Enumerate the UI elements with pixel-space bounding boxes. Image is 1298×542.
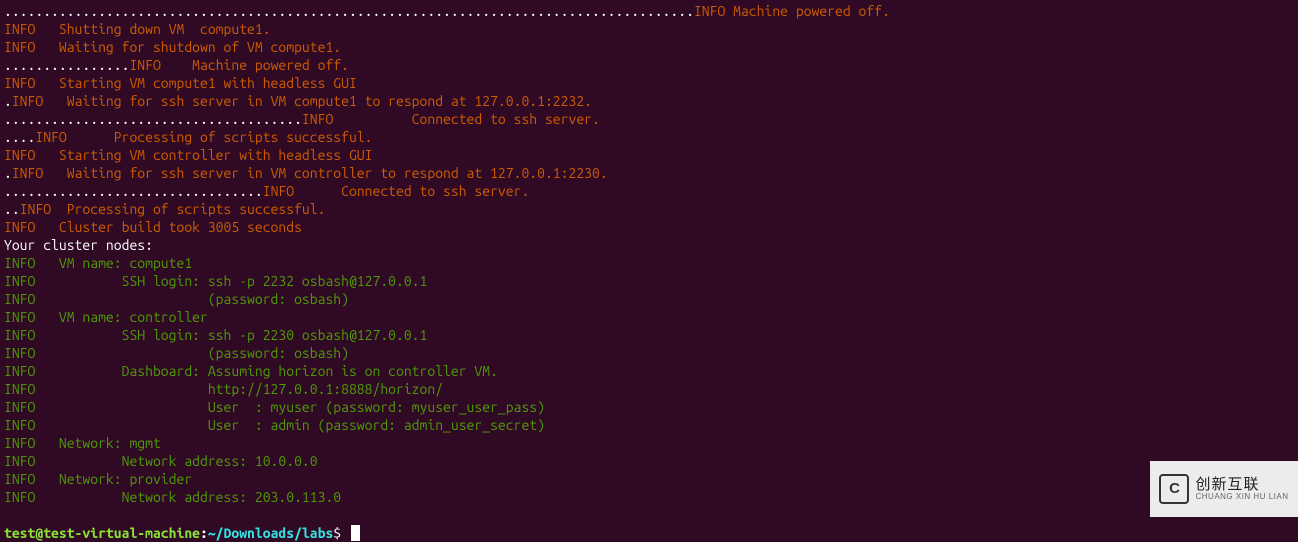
cursor <box>351 525 360 541</box>
watermark-icon: C <box>1159 474 1189 504</box>
terminal-text: ...................................... <box>4 111 302 127</box>
terminal-line: INFO (password: osbash) <box>4 290 1294 308</box>
terminal-line: INFO Network: provider <box>4 470 1294 488</box>
terminal-text: INFO Waiting for ssh server in VM comput… <box>12 93 592 109</box>
terminal-line: ................INFO Machine powered off… <box>4 56 1294 74</box>
terminal-line: INFO User : myuser (password: myuser_use… <box>4 398 1294 416</box>
terminal-text: INFO http://127.0.0.1:8888/horizon/ <box>4 381 443 397</box>
terminal-line: ..INFO Processing of scripts successful. <box>4 200 1294 218</box>
terminal-line: INFO Dashboard: Assuming horizon is on c… <box>4 362 1294 380</box>
terminal-output[interactable]: ........................................… <box>4 2 1294 506</box>
terminal-line: INFO Starting VM controller with headles… <box>4 146 1294 164</box>
terminal-text: .. <box>4 201 20 217</box>
watermark-badge: C 创新互联 CHUANG XIN HU LIAN <box>1150 461 1298 517</box>
prompt-path: ~/Downloads/labs <box>208 525 333 541</box>
terminal-line: INFO Network address: 203.0.113.0 <box>4 488 1294 506</box>
terminal-text: INFO Dashboard: Assuming horizon is on c… <box>4 363 498 379</box>
terminal-line: INFO Network address: 10.0.0.0 <box>4 452 1294 470</box>
terminal-text: .... <box>4 129 35 145</box>
terminal-text: INFO Cluster build took 3005 seconds <box>4 219 302 235</box>
terminal-text: INFO User : myuser (password: myuser_use… <box>4 399 545 415</box>
prompt-separator: : <box>200 525 208 541</box>
terminal-text: INFO Network: mgmt <box>4 435 161 451</box>
terminal-text: INFO Starting VM controller with headles… <box>4 147 372 163</box>
terminal-line: INFO VM name: compute1 <box>4 254 1294 272</box>
terminal-line: INFO VM name: controller <box>4 308 1294 326</box>
terminal-line: INFO Cluster build took 3005 seconds <box>4 218 1294 236</box>
terminal-text: INFO SSH login: ssh -p 2232 osbash@127.0… <box>4 273 427 289</box>
terminal-text: INFO Machine powered off. <box>129 57 349 73</box>
terminal-line: INFO Starting VM compute1 with headless … <box>4 74 1294 92</box>
terminal-line: ........................................… <box>4 2 1294 20</box>
terminal-line: INFO Waiting for shutdown of VM compute1… <box>4 38 1294 56</box>
watermark-text: 创新互联 CHUANG XIN HU LIAN <box>1195 477 1288 501</box>
prompt-line[interactable]: test@test-virtual-machine:~/Downloads/la… <box>4 506 1294 542</box>
terminal-text: ........................................… <box>4 3 694 19</box>
terminal-text: INFO (password: osbash) <box>4 345 349 361</box>
terminal-text: INFO SSH login: ssh -p 2230 osbash@127.0… <box>4 327 427 343</box>
terminal-text: INFO Processing of scripts successful. <box>20 201 326 217</box>
terminal-text: INFO Connected to ssh server. <box>263 183 530 199</box>
terminal-line: INFO SSH login: ssh -p 2232 osbash@127.0… <box>4 272 1294 290</box>
terminal-line: INFO User : admin (password: admin_user_… <box>4 416 1294 434</box>
terminal-line: .INFO Waiting for ssh server in VM contr… <box>4 164 1294 182</box>
terminal-text: INFO Waiting for shutdown of VM compute1… <box>4 39 341 55</box>
terminal-text: INFO (password: osbash) <box>4 291 349 307</box>
terminal-line: INFO Network: mgmt <box>4 434 1294 452</box>
terminal-text: INFO Network address: 10.0.0.0 <box>4 453 318 469</box>
terminal-line: ....INFO Processing of scripts successfu… <box>4 128 1294 146</box>
terminal-text: INFO Processing of scripts successful. <box>35 129 372 145</box>
terminal-line: INFO http://127.0.0.1:8888/horizon/ <box>4 380 1294 398</box>
terminal-text: ................ <box>4 57 129 73</box>
terminal-line: .................................INFO Co… <box>4 182 1294 200</box>
prompt-dollar: $ <box>333 525 341 541</box>
terminal-text: INFO Shutting down VM compute1. <box>4 21 271 37</box>
terminal-text: INFO Network: provider <box>4 471 192 487</box>
terminal-text: . <box>4 165 12 181</box>
terminal-line: INFO SSH login: ssh -p 2230 osbash@127.0… <box>4 326 1294 344</box>
terminal-text: INFO User : admin (password: admin_user_… <box>4 417 545 433</box>
terminal-line: Your cluster nodes: <box>4 236 1294 254</box>
terminal-text: ................................. <box>4 183 263 199</box>
terminal-text: INFO VM name: controller <box>4 309 208 325</box>
terminal-line: INFO Shutting down VM compute1. <box>4 20 1294 38</box>
terminal-text: . <box>4 93 12 109</box>
terminal-line: ......................................IN… <box>4 110 1294 128</box>
terminal-text: Your cluster nodes: <box>4 237 153 253</box>
terminal-line: INFO (password: osbash) <box>4 344 1294 362</box>
terminal-line: .INFO Waiting for ssh server in VM compu… <box>4 92 1294 110</box>
terminal-text: INFO Network address: 203.0.113.0 <box>4 489 341 505</box>
terminal-text: INFO Connected to ssh server. <box>302 111 600 127</box>
terminal-text: INFO VM name: compute1 <box>4 255 192 271</box>
terminal-text: INFO Machine powered off. <box>694 3 890 19</box>
terminal-text: INFO Starting VM compute1 with headless … <box>4 75 357 91</box>
terminal-text: INFO Waiting for ssh server in VM contro… <box>12 165 608 181</box>
prompt-user-host: test@test-virtual-machine <box>4 525 200 541</box>
